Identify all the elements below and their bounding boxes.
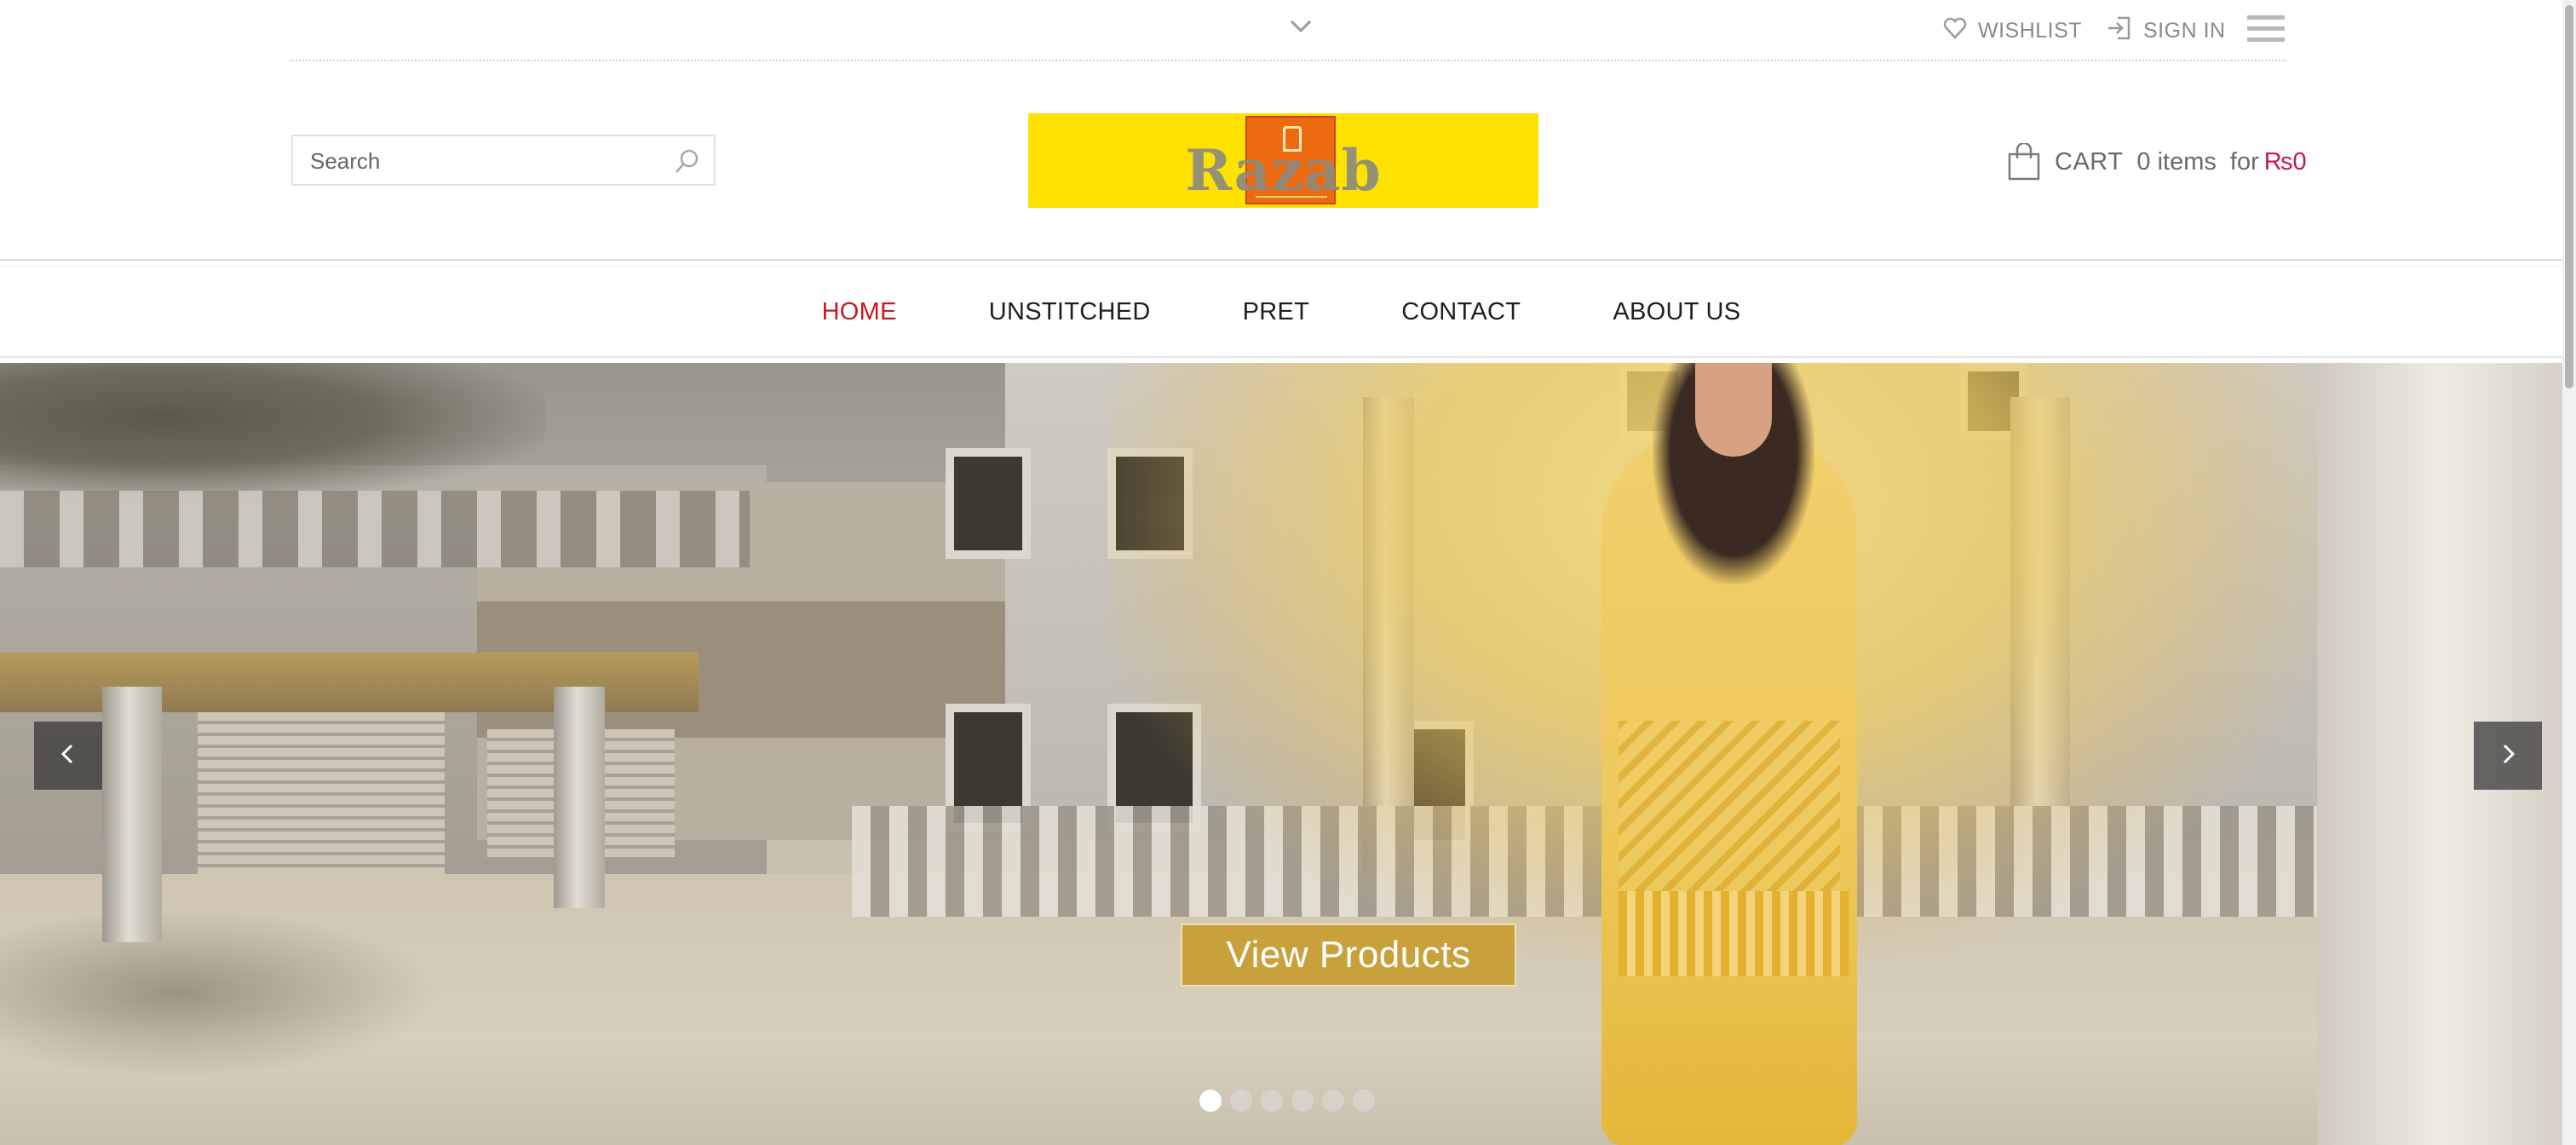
slider-dot-6[interactable] [1353,1090,1375,1112]
nav-border-bottom [0,356,2562,358]
wishlist-link[interactable]: WISHLIST [1942,12,2082,49]
slider-dot-1[interactable] [1199,1090,1222,1112]
slider-dot-4[interactable] [1291,1090,1314,1112]
nav-item-pret[interactable]: PRET [1197,286,1356,337]
wishlist-label: WISHLIST [1978,18,2083,43]
view-products-button[interactable]: View Products [1181,923,1516,987]
slider-pagination [1199,1090,1375,1112]
heart-icon [1942,15,1968,47]
cart-label: CART [2055,147,2124,175]
nav-border-top-inner [0,266,2562,267]
search-input[interactable] [308,136,653,186]
chevron-left-icon [55,741,81,771]
scrollbar-thumb[interactable] [2565,5,2573,388]
slider-next-button[interactable] [2474,722,2542,790]
cart-for-label: for [2229,147,2259,175]
slider-dot-2[interactable] [1230,1090,1252,1112]
shopping-bag-icon [2007,141,2041,181]
sign-in-icon [2106,14,2133,48]
hero-slide-image [0,363,2562,1145]
slider-prev-button[interactable] [34,722,102,790]
slider-dot-3[interactable] [1261,1090,1283,1112]
nav-item-home[interactable]: HOME [776,286,943,337]
nav-item-contact[interactable]: CONTACT [1355,286,1567,337]
chevron-right-icon [2495,741,2521,771]
slider-dot-5[interactable] [1322,1090,1344,1112]
hamburger-icon[interactable] [2247,15,2285,46]
sign-in-link[interactable]: SIGN IN [2106,12,2226,49]
nav-item-unstitched[interactable]: UNSTITCHED [943,286,1197,337]
logo-wordmark: Razab [1185,137,1382,204]
topbar-divider [290,60,2286,61]
nav-border-top [0,259,2562,261]
search-icon[interactable] [673,147,702,175]
main-nav: HOME UNSTITCHED PRET CONTACT ABOUT US [0,286,2562,337]
cart-item-count: 0 items [2136,147,2217,175]
chevron-down-icon[interactable] [1286,12,1315,41]
cart-summary[interactable]: CART 0 items for ₨0 [2007,140,2307,184]
sign-in-label: SIGN IN [2143,18,2226,43]
nav-item-about-us[interactable]: ABOUT US [1567,286,1786,337]
cart-total: ₨0 [2263,147,2307,175]
logo[interactable]: Razab [1028,113,1538,208]
search-box [291,135,716,186]
